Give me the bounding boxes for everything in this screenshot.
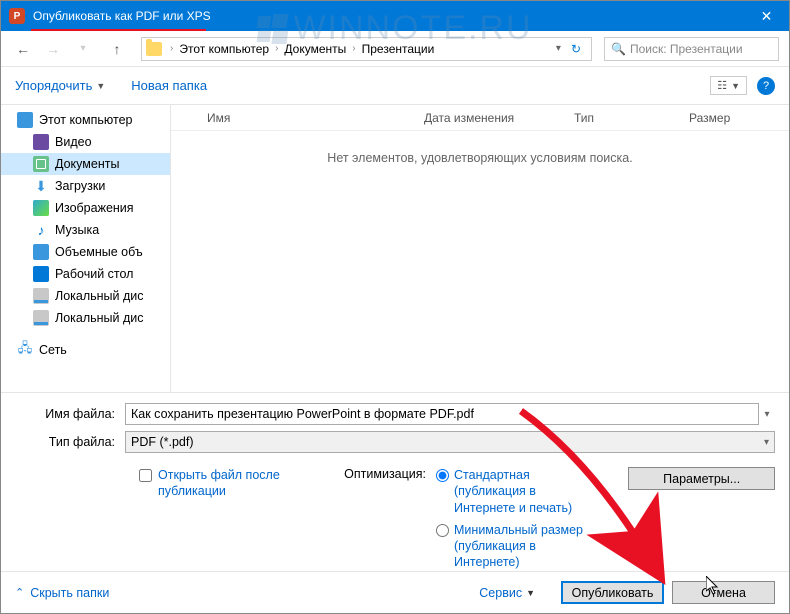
documents-icon: [33, 156, 49, 172]
col-date[interactable]: Дата изменения: [416, 111, 566, 125]
new-folder-button[interactable]: Новая папка: [131, 78, 207, 93]
optimization-label: Оптимизация:: [344, 467, 426, 571]
col-name[interactable]: Имя: [171, 111, 416, 125]
bottom-panel: Имя файла: ▾ Тип файла: PDF (*.pdf) ▾ От…: [1, 392, 789, 579]
organize-menu[interactable]: Упорядочить ▼: [15, 78, 105, 93]
breadcrumb[interactable]: Презентации: [360, 42, 437, 56]
close-button[interactable]: ✕: [744, 1, 789, 31]
file-list: Имя Дата изменения Тип Размер Нет элемен…: [171, 105, 789, 392]
disk-icon: [33, 310, 49, 326]
navbar: ← → ▾ ↑ › Этот компьютер › Документы › П…: [1, 31, 789, 67]
video-icon: [33, 134, 49, 150]
open-after-checkbox[interactable]: Открыть файл после публикации: [139, 467, 304, 571]
breadcrumb[interactable]: Этот компьютер: [177, 42, 271, 56]
service-menu[interactable]: Сервис ▼: [479, 586, 535, 600]
sidebar-item-documents[interactable]: Документы: [1, 153, 170, 175]
radio-minimal[interactable]: Минимальный размер (публикация в Интерне…: [436, 522, 588, 571]
empty-message: Нет элементов, удовлетворяющих условиям …: [171, 131, 789, 165]
view-menu[interactable]: ☷ ▼: [710, 76, 747, 95]
cancel-button[interactable]: Отмена: [672, 581, 775, 604]
images-icon: [33, 200, 49, 216]
sidebar-item-disk1[interactable]: Локальный дис: [1, 285, 170, 307]
address-bar[interactable]: › Этот компьютер › Документы › Презентац…: [141, 37, 592, 61]
chevron-right-icon: ›: [348, 43, 359, 54]
disk-icon: [33, 288, 49, 304]
history-dropdown[interactable]: ▾: [71, 37, 95, 61]
app-icon: P: [9, 8, 25, 24]
chevron-up-icon: ⌃: [15, 586, 24, 599]
toolbar: Упорядочить ▼ Новая папка ☷ ▼ ?: [1, 67, 789, 105]
objects3d-icon: [33, 244, 49, 260]
sidebar: Этот компьютер Видео Документы ⬇Загрузки…: [1, 105, 171, 392]
help-button[interactable]: ?: [757, 77, 775, 95]
titlebar: P Опубликовать как PDF или XPS ✕: [1, 1, 789, 31]
folder-icon: [146, 42, 162, 56]
sidebar-item-downloads[interactable]: ⬇Загрузки: [1, 175, 170, 197]
sidebar-item-images[interactable]: Изображения: [1, 197, 170, 219]
title-underline: [31, 29, 206, 31]
network-icon: 🖧: [17, 342, 33, 358]
sidebar-item-music[interactable]: ♪Музыка: [1, 219, 170, 241]
hide-folders-button[interactable]: ⌃ Скрыть папки: [15, 586, 109, 600]
address-dropdown[interactable]: ▾: [552, 43, 565, 54]
search-icon: 🔍: [611, 42, 626, 56]
back-button[interactable]: ←: [11, 37, 35, 61]
refresh-button[interactable]: ↻: [565, 42, 587, 56]
sidebar-item-desktop[interactable]: Рабочий стол: [1, 263, 170, 285]
column-headers: Имя Дата изменения Тип Размер: [171, 105, 789, 131]
sidebar-item-video[interactable]: Видео: [1, 131, 170, 153]
forward-button[interactable]: →: [41, 37, 65, 61]
sidebar-item-3d[interactable]: Объемные объ: [1, 241, 170, 263]
col-size[interactable]: Размер: [681, 111, 761, 125]
sidebar-item-this-pc[interactable]: Этот компьютер: [1, 109, 170, 131]
filename-label: Имя файла:: [15, 407, 125, 421]
filename-dropdown[interactable]: ▾: [759, 409, 775, 420]
search-input[interactable]: 🔍 Поиск: Презентации: [604, 37, 779, 61]
sidebar-item-disk2[interactable]: Локальный дис: [1, 307, 170, 329]
radio-standard[interactable]: Стандартная (публикация в Интернете и пе…: [436, 467, 588, 516]
filetype-select[interactable]: PDF (*.pdf) ▾: [125, 431, 775, 453]
chevron-right-icon: ›: [271, 43, 282, 54]
chevron-right-icon: ›: [166, 43, 177, 54]
filetype-label: Тип файла:: [15, 435, 125, 449]
col-type[interactable]: Тип: [566, 111, 681, 125]
desktop-icon: [33, 266, 49, 282]
music-icon: ♪: [33, 222, 49, 238]
filename-input[interactable]: [125, 403, 759, 425]
footer: ⌃ Скрыть папки Сервис ▼ Опубликовать Отм…: [1, 571, 789, 613]
downloads-icon: ⬇: [33, 178, 49, 194]
breadcrumb[interactable]: Документы: [282, 42, 348, 56]
sidebar-item-network[interactable]: 🖧Сеть: [1, 339, 170, 361]
window-title: Опубликовать как PDF или XPS: [33, 9, 744, 23]
publish-button[interactable]: Опубликовать: [561, 581, 664, 604]
up-button[interactable]: ↑: [105, 37, 129, 61]
main-area: Этот компьютер Видео Документы ⬇Загрузки…: [1, 105, 789, 392]
pc-icon: [17, 112, 33, 128]
parameters-button[interactable]: Параметры...: [628, 467, 775, 490]
